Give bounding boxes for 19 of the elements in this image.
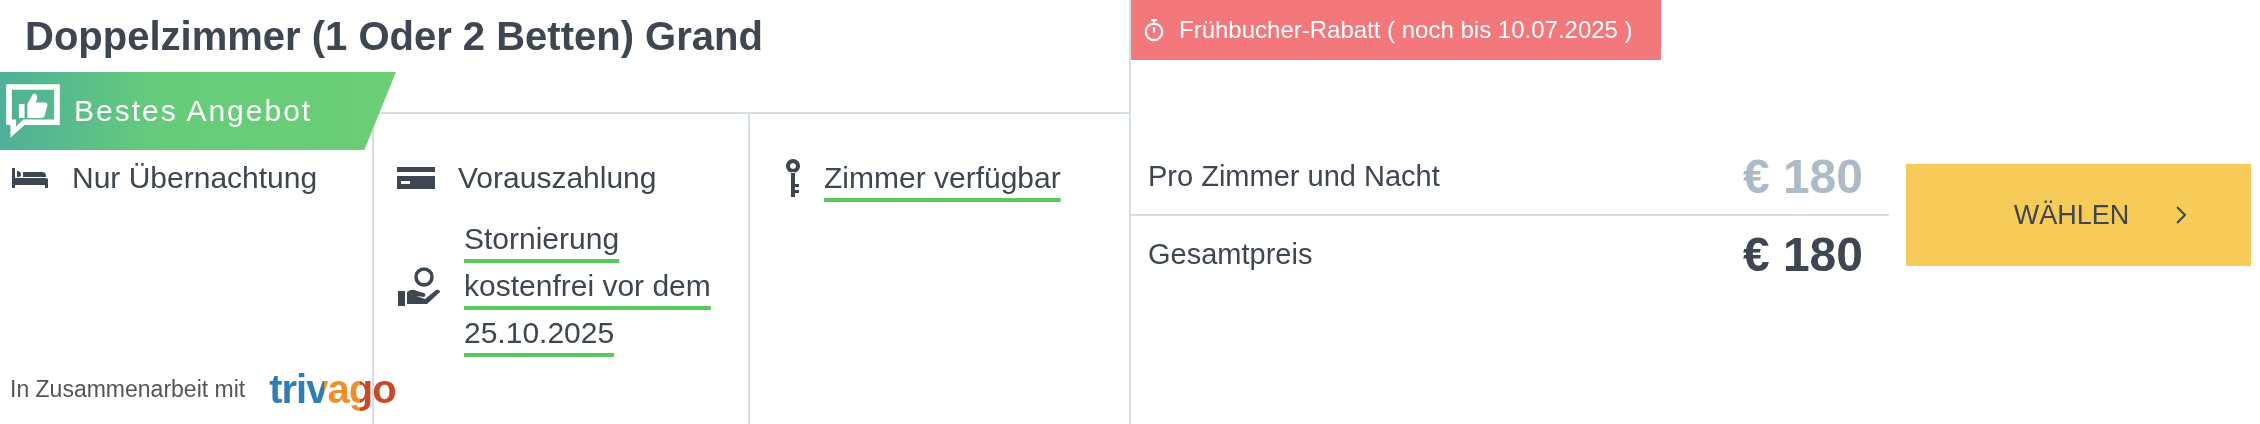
chevron-icon (2175, 205, 2188, 225)
credit-card-icon (396, 164, 436, 191)
feature-label: Nur Übernachtung (72, 160, 318, 196)
stopwatch-icon (1143, 18, 1165, 42)
select-button[interactable]: WÄHLEN (1906, 164, 2251, 266)
feature-label: Vorauszahlung (458, 160, 657, 196)
best-offer-badge: Bestes Angebot (0, 72, 396, 150)
bed-icon (10, 165, 50, 190)
room-title: Doppelzimmer (1 Oder 2 Betten) Grand (25, 14, 763, 58)
feature-label: Stornierung kostenfrei vor dem 25.10.2025 (464, 221, 712, 351)
partner-text: In Zusammenarbeit mit (10, 376, 246, 403)
price-amount: € 180 (1742, 148, 1863, 204)
key-icon (784, 157, 802, 198)
feature-label: Zimmer verfügbar (824, 160, 1061, 196)
promo-text: Frühbucher-Rabatt ( noch bis 10.07.2025 ) (1179, 16, 1633, 44)
price-amount: € 180 (1742, 226, 1863, 282)
price-label: Pro Zimmer und Nacht (1148, 159, 1440, 193)
hand-coin-icon (396, 264, 442, 307)
price-label: Gesamtpreis (1148, 237, 1313, 271)
